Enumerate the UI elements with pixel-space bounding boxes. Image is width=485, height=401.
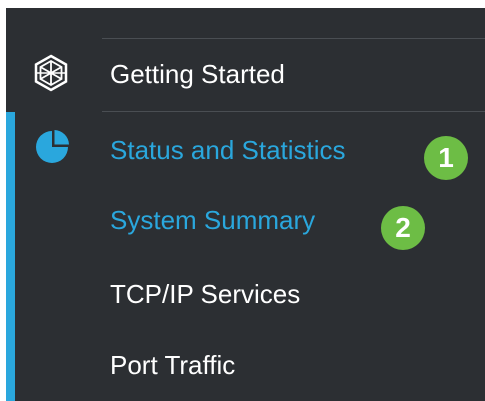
globe-icon (34, 54, 68, 92)
menu-item-system-summary[interactable]: System Summary (110, 205, 315, 235)
divider-middle (102, 111, 485, 112)
menu-item-getting-started[interactable]: Getting Started (110, 59, 285, 89)
callout-badge-1: 1 (424, 136, 468, 180)
menu-item-status-and-statistics[interactable]: Status and Statistics (110, 135, 346, 165)
pie-chart-icon (36, 130, 69, 163)
divider-top (102, 38, 485, 39)
active-section-indicator (6, 112, 15, 401)
menu-item-tcp-ip-services[interactable]: TCP/IP Services (110, 279, 300, 309)
callout-badge-2: 2 (381, 206, 425, 250)
menu-item-port-traffic[interactable]: Port Traffic (110, 350, 235, 380)
sidebar-nav: Getting Started Status and Statistics 1 … (6, 8, 485, 401)
